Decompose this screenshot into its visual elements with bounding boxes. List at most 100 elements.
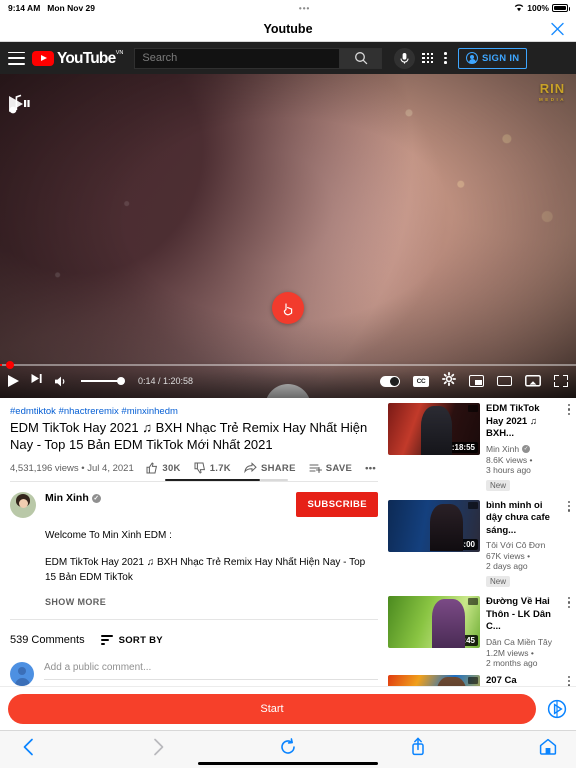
video-tags[interactable]: #edmtiktok #nhactreremix #minxinhedm [10, 406, 378, 417]
autoplay-toggle-icon[interactable] [380, 375, 400, 387]
list-item[interactable]: 1:38:00 bình minh oi dậy chưa cafe sáng.… [388, 499, 576, 597]
sort-by-label: SORT BY [118, 634, 163, 646]
new-badge: New [486, 576, 511, 587]
sign-in-button[interactable]: SIGN IN [457, 47, 528, 69]
status-time: 9:14 AM [8, 3, 41, 13]
wifi-icon [514, 4, 524, 12]
views-sep: • [530, 647, 534, 658]
verified-badge-icon: ✓ [91, 493, 101, 503]
thumbnail-badge-icon [468, 598, 478, 605]
list-item[interactable]: 1:58:45 Đường Về Hai Thôn - LK Dân C... … [388, 596, 576, 675]
youtube-header: YouTube VN Search SIGN IN [0, 42, 576, 74]
hamburger-menu-icon[interactable] [8, 51, 25, 65]
close-icon[interactable] [549, 20, 566, 37]
share-button[interactable]: SHARE [244, 462, 296, 474]
video-thumbnail[interactable]: 1:58:45 [388, 596, 480, 648]
music-note-badge-icon [7, 86, 45, 124]
views-sep: • [527, 551, 531, 561]
search-button[interactable] [340, 47, 383, 69]
apps-grid-icon[interactable] [422, 52, 434, 64]
list-item[interactable]: 1:18:55 EDM TikTok Hay 2021 ♫ BXH... Min… [388, 403, 576, 500]
video-title: EDM TikTok Hay 2021 ♫ BXH Nhạc Trẻ Remix… [10, 420, 368, 452]
volume-icon[interactable] [54, 375, 68, 388]
chevron-left-icon[interactable] [18, 737, 38, 757]
channel-name-wrap[interactable]: Min Xinh ✓ [45, 492, 296, 504]
video-player[interactable]: RIN MEDIA MIN XINH [0, 74, 576, 398]
start-button[interactable]: Start [8, 693, 536, 724]
video-options-icon[interactable] [567, 597, 570, 609]
video-options-icon[interactable] [567, 675, 570, 686]
comment-input[interactable]: Add a public comment... [44, 662, 378, 680]
video-thumbnail[interactable]: 1:18:55 [388, 403, 480, 455]
search-placeholder: Search [142, 52, 178, 64]
page-content: #edmtiktok #nhactreremix #minxinhedm EDM… [0, 398, 576, 686]
volume-slider[interactable] [81, 377, 125, 385]
sign-in-label: SIGN IN [481, 52, 520, 64]
like-button[interactable]: 30K [146, 462, 180, 474]
dislike-count: 1.7K [209, 462, 231, 474]
record-timer-icon[interactable] [546, 698, 568, 720]
fullscreen-icon[interactable] [554, 375, 568, 387]
search-icon [354, 52, 368, 65]
default-user-avatar [10, 662, 34, 686]
play-icon[interactable] [8, 375, 19, 387]
page-title: Youtube [263, 21, 313, 36]
recommended-title: Đường Về Hai Thôn - LK Dân C... [486, 596, 551, 632]
recommended-title: bình minh oi dậy chưa cafe sáng... [486, 499, 550, 536]
recommended-channel-row: Tôi Với Cô Đơn [486, 540, 558, 550]
modal-title-bar: Youtube [0, 16, 576, 42]
views-text: 8.6K views [486, 454, 528, 465]
gear-icon[interactable] [442, 371, 456, 391]
recommended-time: 2 months ago [486, 657, 538, 668]
search-input[interactable]: Search [134, 47, 341, 69]
share-up-icon[interactable] [408, 737, 428, 757]
home-icon[interactable] [538, 737, 558, 757]
video-meta: 207 Ca Khúc➤Ca Nhạc Trữ Tinh... KHO NHAC… [486, 675, 570, 686]
save-button[interactable]: SAVE [309, 462, 352, 474]
theater-mode-icon[interactable] [497, 376, 512, 386]
reload-icon[interactable] [278, 737, 298, 757]
progress-knob[interactable] [6, 361, 14, 369]
recommended-views: 8.6K views • [486, 455, 558, 465]
share-icon [244, 462, 257, 474]
sort-by-button[interactable]: SORT BY [100, 634, 163, 646]
youtube-play-icon [32, 50, 54, 66]
video-meta: EDM TikTok Hay 2021 ♫ BXH... Min Xinh ✓ … [486, 403, 570, 493]
subscribe-button[interactable]: SUBSCRIBE [296, 492, 378, 517]
progress-bar[interactable] [0, 361, 576, 369]
divider-2 [10, 619, 378, 620]
recommended-channel: Dân Ca Miền Tây [486, 636, 552, 647]
youtube-logo[interactable]: YouTube VN [32, 50, 123, 66]
show-more-button[interactable]: SHOW MORE [45, 597, 378, 607]
more-actions-button[interactable]: ••• [365, 463, 376, 474]
battery-full-icon [552, 4, 570, 12]
captions-button[interactable]: CC [413, 375, 429, 387]
miniplayer-icon[interactable] [469, 375, 484, 387]
status-left: 9:14 AM Mon Nov 29 [8, 3, 95, 13]
comments-header: 539 Comments SORT BY [10, 634, 378, 656]
video-options-icon[interactable] [567, 500, 570, 512]
tap-gesture-icon[interactable] [272, 292, 304, 324]
video-thumbnail[interactable]: 2:22:02 [388, 674, 480, 686]
video-watermark-brand: RIN MEDIA [539, 82, 566, 105]
kebab-menu-icon[interactable] [440, 52, 451, 64]
channel-avatar[interactable] [10, 492, 36, 518]
video-info-column: #edmtiktok #nhactreremix #minxinhedm EDM… [0, 398, 388, 686]
new-badge: New [486, 479, 511, 491]
dislike-button[interactable]: 1.7K [194, 462, 231, 474]
app-screen: 9:14 AM Mon Nov 29 ••• 100% Youtube YouT… [0, 0, 576, 768]
comments-count: 539 Comments [10, 634, 85, 646]
list-item[interactable]: 2:22:02 207 Ca Khúc➤Ca Nhạc Trữ Tinh... … [388, 674, 576, 686]
video-meta: bình minh oi dậy chưa cafe sáng... Tôi V… [486, 500, 570, 590]
microphone-icon[interactable] [394, 47, 416, 69]
status-right: 100% [514, 3, 570, 13]
description-line-1: Welcome To Min Xinh EDM : [45, 530, 172, 541]
video-options-icon[interactable] [567, 404, 570, 416]
recommended-videos-list: 1:18:55 EDM TikTok Hay 2021 ♫ BXH... Min… [388, 398, 576, 686]
video-duration: 1:18:55 [444, 442, 478, 453]
video-duration: 1:58:45 [444, 635, 478, 646]
video-duration: 1:38:00 [444, 538, 478, 550]
next-track-icon[interactable] [30, 372, 43, 390]
cast-icon[interactable] [525, 374, 541, 388]
video-thumbnail[interactable]: 1:38:00 [388, 499, 480, 552]
